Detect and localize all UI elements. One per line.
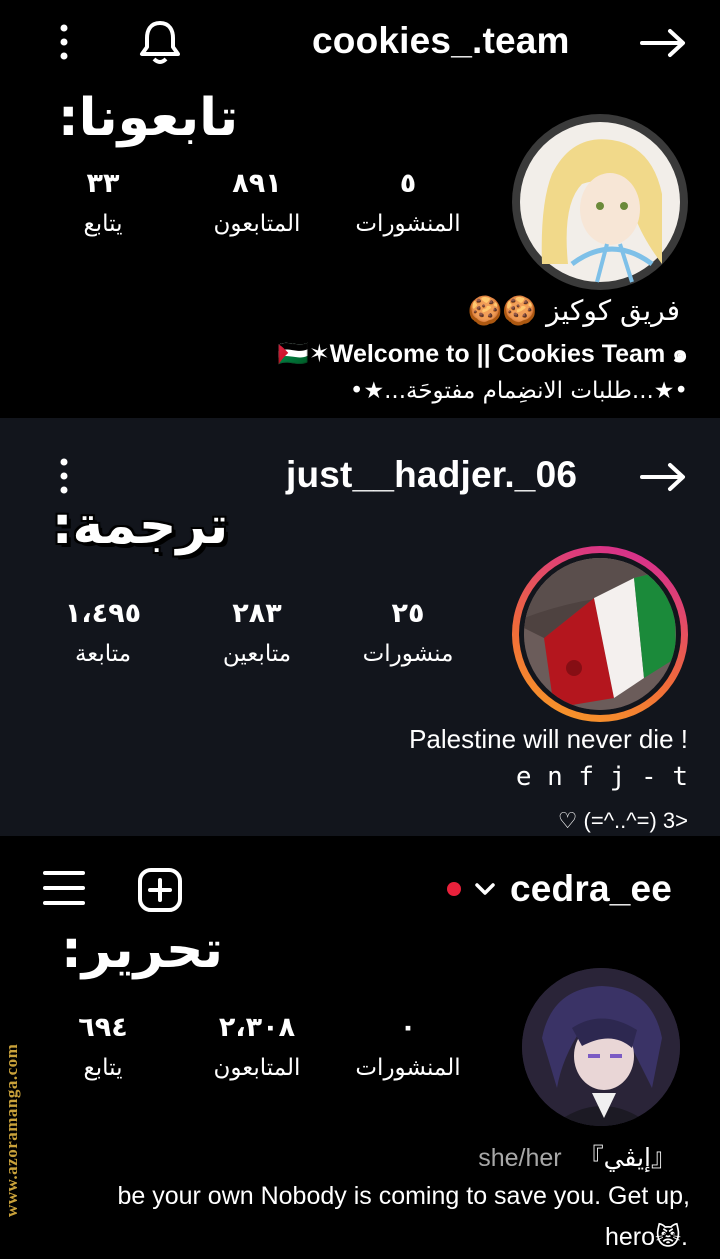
forward-arrow-icon[interactable] [638,28,688,58]
stat-value: ٦٩٤ [78,1012,128,1043]
stat-following[interactable]: ١،٤٩٥ متابعة [28,598,178,667]
forward-arrow-icon[interactable] [638,462,688,492]
profile-panel-cookies-team: cookies_.team تابعونا: ٣٣ يتابع ٨٩١ المت… [0,0,720,418]
live-dot-icon [446,881,462,897]
profile-avatar[interactable] [522,968,680,1126]
stat-posts[interactable]: ٥ المنشورات [333,168,483,237]
profile-avatar-story-ring[interactable] [512,546,688,722]
stat-followers[interactable]: ٢،٣٠٨ المتابعون [182,1012,332,1081]
pronouns-label: she/her [478,1144,562,1172]
profile-username: cookies_.team [312,20,570,61]
bio-line-emote: <3 (=^..^=) ♡ [557,808,688,833]
profile-avatar[interactable] [512,114,688,290]
stat-value: ١،٤٩٥ [64,598,142,629]
notification-bell-icon[interactable] [137,18,183,66]
stat-label: المتابعون [213,1055,301,1081]
profile-panel-cedra-ee: cedra_ee تحرير: ٦٩٤ يتابع ٢،٣٠٨ المتابعو… [0,836,720,1259]
stat-following[interactable]: ٦٩٤ يتابع [28,1012,178,1081]
bio-line-quote: be your own Nobody is coming to save you… [117,1182,690,1210]
bio-line-statement: ! Palestine will never die [409,724,688,754]
stat-label: متابعين [222,641,292,667]
bio-line-type: e n f j - t [515,762,688,792]
overlay-caption: ترجمة: [51,496,229,556]
stat-label: يتابع [83,211,123,237]
site-watermark: www.azoramanga.com [2,1043,21,1217]
more-options-icon[interactable] [50,456,78,496]
chevron-down-icon[interactable] [474,880,496,898]
profile-username: just__hadjer._06 [286,454,578,495]
stat-label: يتابع [83,1055,123,1081]
bio-line-pronouns: she/her 『إيڤي』 [478,1138,676,1174]
stat-label: منشورات [362,641,454,667]
stat-value: ٨٩١ [232,168,282,199]
stat-value: ٠ [399,1012,417,1043]
stat-followers[interactable]: ٨٩١ المتابعون [182,168,332,237]
stat-label: المنشورات [355,1055,461,1081]
bio-line-requests: •★...طلبات الانضِمام مفتوحَة...★• [349,378,688,404]
create-post-icon[interactable] [136,866,184,914]
stat-value: ٢٥ [391,598,425,629]
display-name: 『إيڤي』 [578,1143,676,1172]
stat-followers[interactable]: ٢٨٣ متابعين [182,598,332,667]
profile-username[interactable]: cedra_ee [510,868,672,910]
stat-value: ٢٨٣ [232,598,282,629]
overlay-caption: تحرير: [60,920,224,980]
stat-value: ٥ [399,168,417,199]
stat-label: المتابعون [213,211,301,237]
stat-posts[interactable]: ٢٥ منشورات [333,598,483,667]
avatar-image [524,558,676,710]
stat-label: متابعة [74,641,132,667]
stat-following[interactable]: ٣٣ يتابع [28,168,178,237]
stat-posts[interactable]: ٠ المنشورات [333,1012,483,1081]
bio-line-welcome: 🇵🇸✶Welcome to || Cookies Team ๑ [277,340,688,368]
profile-panel-just-hadjer: just__hadjer._06 ترجمة: ١،٤٩٥ متابعة ٢٨٣… [0,418,720,836]
stat-label: المنشورات [355,211,461,237]
bio-line-name: فريق كوكيز 🍪🍪 [467,294,680,327]
hamburger-menu-icon[interactable] [42,868,86,908]
stat-value: ٣٣ [86,168,120,199]
more-options-icon[interactable] [50,22,78,62]
bio-line-quote-end: .😾hero [604,1223,688,1251]
stat-value: ٢،٣٠٨ [218,1012,296,1043]
overlay-caption: تابعونا: [57,88,239,148]
